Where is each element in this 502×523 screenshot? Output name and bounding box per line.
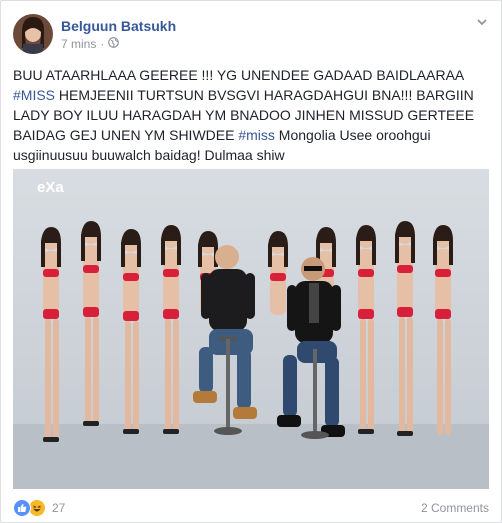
reaction-count[interactable]: 27 [52, 501, 65, 515]
like-reaction-icon [13, 499, 31, 517]
comments-count-link[interactable]: 2 Comments [421, 501, 489, 515]
timestamp[interactable]: 7 mins [61, 37, 96, 51]
post-text: BUU ATAARHLAAA GEEREE !!! YG UNENDEE GAD… [13, 65, 489, 165]
post-text-part: BUU ATAARHLAAA GEEREE !!! YG UNENDEE GAD… [13, 67, 464, 83]
post-header: Belguun Batsukh 7 mins · [13, 13, 176, 55]
photo-logo: eXa [37, 179, 64, 196]
post-photo[interactable]: eXa [13, 169, 489, 489]
globe-icon[interactable] [108, 37, 120, 51]
author-name[interactable]: Belguun Batsukh [61, 17, 176, 35]
avatar[interactable] [13, 14, 53, 54]
reactions-summary[interactable]: 27 [13, 499, 65, 517]
post-meta: 7 mins · [61, 37, 176, 51]
feed-post: Belguun Batsukh 7 mins · BUU ATAARHLAAA … [0, 0, 502, 523]
post-footer: 27 2 Comments [13, 498, 489, 518]
chevron-down-icon[interactable] [475, 15, 489, 29]
hashtag-link[interactable]: #miss [238, 127, 275, 143]
meta-separator: · [100, 37, 105, 51]
hashtag-link[interactable]: #MISS [13, 87, 55, 103]
